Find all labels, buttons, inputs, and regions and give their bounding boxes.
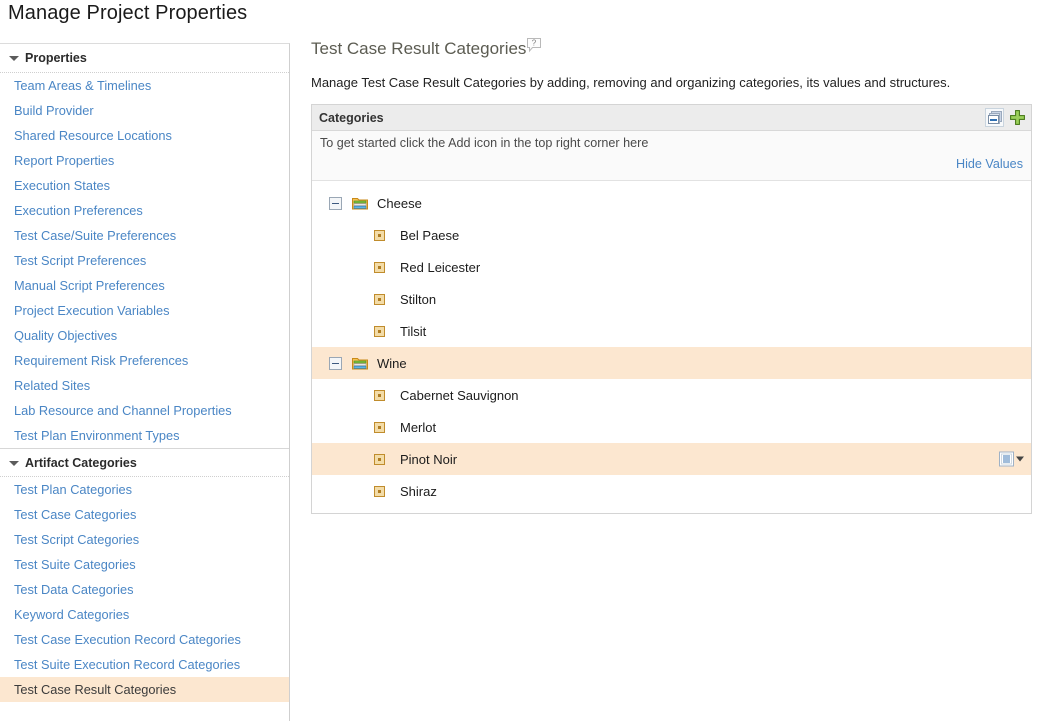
sidebar-section-header[interactable]: Artifact Categories: [0, 448, 289, 477]
sidebar-item-execution-states[interactable]: Execution States: [0, 173, 289, 198]
sidebar-item-lab-resource-and-channel-properties[interactable]: Lab Resource and Channel Properties: [0, 398, 289, 423]
list-menu-icon: [999, 451, 1014, 467]
sidebar-item-team-areas-timelines[interactable]: Team Areas & Timelines: [0, 73, 289, 98]
sidebar-item-keyword-categories[interactable]: Keyword Categories: [0, 602, 289, 627]
sidebar-item-manual-script-preferences[interactable]: Manual Script Preferences: [0, 273, 289, 298]
category-label: Wine: [377, 355, 407, 371]
sidebar-item-test-script-categories[interactable]: Test Script Categories: [0, 527, 289, 552]
categories-panel-header: Categories: [312, 105, 1031, 131]
sidebar: Properties Team Areas & Timelines Build Pr…: [0, 43, 290, 721]
categories-tree: Cheese Bel Paese Red Leicester Stilton Tilsi…: [312, 181, 1031, 513]
collapse-node-icon[interactable]: [329, 196, 342, 210]
svg-text:?: ?: [532, 39, 537, 48]
sidebar-item-shared-resource-locations[interactable]: Shared Resource Locations: [0, 123, 289, 148]
main-content: Test Case Result Categories ? Manage Tes…: [311, 38, 1057, 514]
category-value-icon: [374, 389, 385, 401]
tree-row-category[interactable]: Cheese: [312, 187, 1031, 219]
tree-row-category[interactable]: Wine: [312, 347, 1031, 379]
sidebar-item-test-case-categories[interactable]: Test Case Categories: [0, 502, 289, 527]
sidebar-item-report-properties[interactable]: Report Properties: [0, 148, 289, 173]
row-actions-menu-button[interactable]: [999, 451, 1024, 467]
category-value-label: Red Leicester: [400, 259, 481, 275]
sidebar-item-requirement-risk-preferences[interactable]: Requirement Risk Preferences: [0, 348, 289, 373]
sidebar-nav-list: Team Areas & Timelines Build Provider Shar…: [0, 73, 289, 448]
sidebar-item-quality-objectives[interactable]: Quality Objectives: [0, 323, 289, 348]
main-heading: Test Case Result Categories: [311, 39, 527, 58]
category-value-label: Merlot: [400, 419, 437, 435]
tree-row-value[interactable]: Tilsit: [312, 315, 1031, 347]
category-label: Cheese: [377, 195, 422, 211]
panel-hint: To get started click the Add icon in the…: [312, 131, 1031, 150]
sidebar-section-title: Artifact Categories: [25, 455, 137, 470]
sidebar-item-test-plan-categories[interactable]: Test Plan Categories: [0, 477, 289, 502]
sidebar-item-project-execution-variables[interactable]: Project Execution Variables: [0, 298, 289, 323]
category-value-label: Stilton: [400, 291, 437, 307]
sidebar-item-execution-preferences[interactable]: Execution Preferences: [0, 198, 289, 223]
categories-panel-title: Categories: [319, 110, 384, 125]
collapse-node-icon[interactable]: [329, 356, 342, 370]
sidebar-item-test-script-preferences[interactable]: Test Script Preferences: [0, 248, 289, 273]
category-value-label: Pinot Noir: [400, 451, 458, 467]
sidebar-section-header[interactable]: Properties: [0, 44, 289, 73]
category-value-label: Bel Paese: [400, 227, 460, 243]
sidebar-item-related-sites[interactable]: Related Sites: [0, 373, 289, 398]
category-value-label: Tilsit: [400, 323, 427, 339]
sidebar-nav-list: Test Plan Categories Test Case Categories…: [0, 477, 289, 702]
sidebar-section-title: Properties: [25, 51, 87, 65]
sidebar-item-test-data-categories[interactable]: Test Data Categories: [0, 577, 289, 602]
category-value-label: Cabernet Sauvignon: [400, 387, 519, 403]
main-heading-row: Test Case Result Categories ?: [311, 38, 1057, 62]
page-title: Manage Project Properties: [8, 2, 248, 24]
tree-row-value[interactable]: Cabernet Sauvignon: [312, 379, 1031, 411]
sidebar-item-test-plan-environment-types[interactable]: Test Plan Environment Types: [0, 423, 289, 448]
category-value-icon: [374, 293, 385, 305]
tree-row-value[interactable]: Bel Paese: [312, 219, 1031, 251]
category-value-label: Shiraz: [400, 483, 437, 499]
category-value-icon: [374, 421, 385, 433]
hide-values-row: Hide Values: [312, 150, 1031, 181]
category-value-icon: [374, 485, 385, 497]
category-stack-icon: [352, 355, 368, 371]
tree-row-value[interactable]: Shiraz: [312, 475, 1031, 507]
tree-row-value[interactable]: Red Leicester: [312, 251, 1031, 283]
tree-row-value[interactable]: Merlot: [312, 411, 1031, 443]
main-description: Manage Test Case Result Categories by ad…: [311, 75, 951, 90]
sidebar-item-test-suite-categories[interactable]: Test Suite Categories: [0, 552, 289, 577]
chevron-down-icon: [8, 52, 20, 64]
categories-panel-toolbar: [985, 108, 1027, 127]
collapse-all-icon[interactable]: [985, 108, 1004, 127]
chevron-down-icon: [1016, 456, 1024, 462]
add-icon[interactable]: [1008, 108, 1027, 127]
sidebar-item-build-provider[interactable]: Build Provider: [0, 98, 289, 123]
category-value-icon: [374, 453, 385, 465]
sidebar-item-test-case-execution-record-categories[interactable]: Test Case Execution Record Categories: [0, 627, 289, 652]
sidebar-item-test-case-suite-preferences[interactable]: Test Case/Suite Preferences: [0, 223, 289, 248]
hide-values-link[interactable]: Hide Values: [956, 157, 1023, 171]
app-root: Manage Project Properties Properties Team…: [0, 0, 1057, 721]
sidebar-item-test-case-result-categories[interactable]: Test Case Result Categories: [0, 677, 289, 702]
category-value-icon: [374, 229, 385, 241]
sidebar-item-test-suite-execution-record-categories[interactable]: Test Suite Execution Record Categories: [0, 652, 289, 677]
category-stack-icon: [352, 195, 368, 211]
tree-row-value[interactable]: Pinot Noir: [312, 443, 1031, 475]
category-value-icon: [374, 261, 385, 273]
category-value-icon: [374, 325, 385, 337]
categories-panel: Categories To get started click the Add …: [311, 104, 1032, 514]
tree-row-value[interactable]: Stilton: [312, 283, 1031, 315]
help-question-icon[interactable]: ?: [527, 38, 542, 53]
chevron-down-icon: [8, 457, 20, 469]
